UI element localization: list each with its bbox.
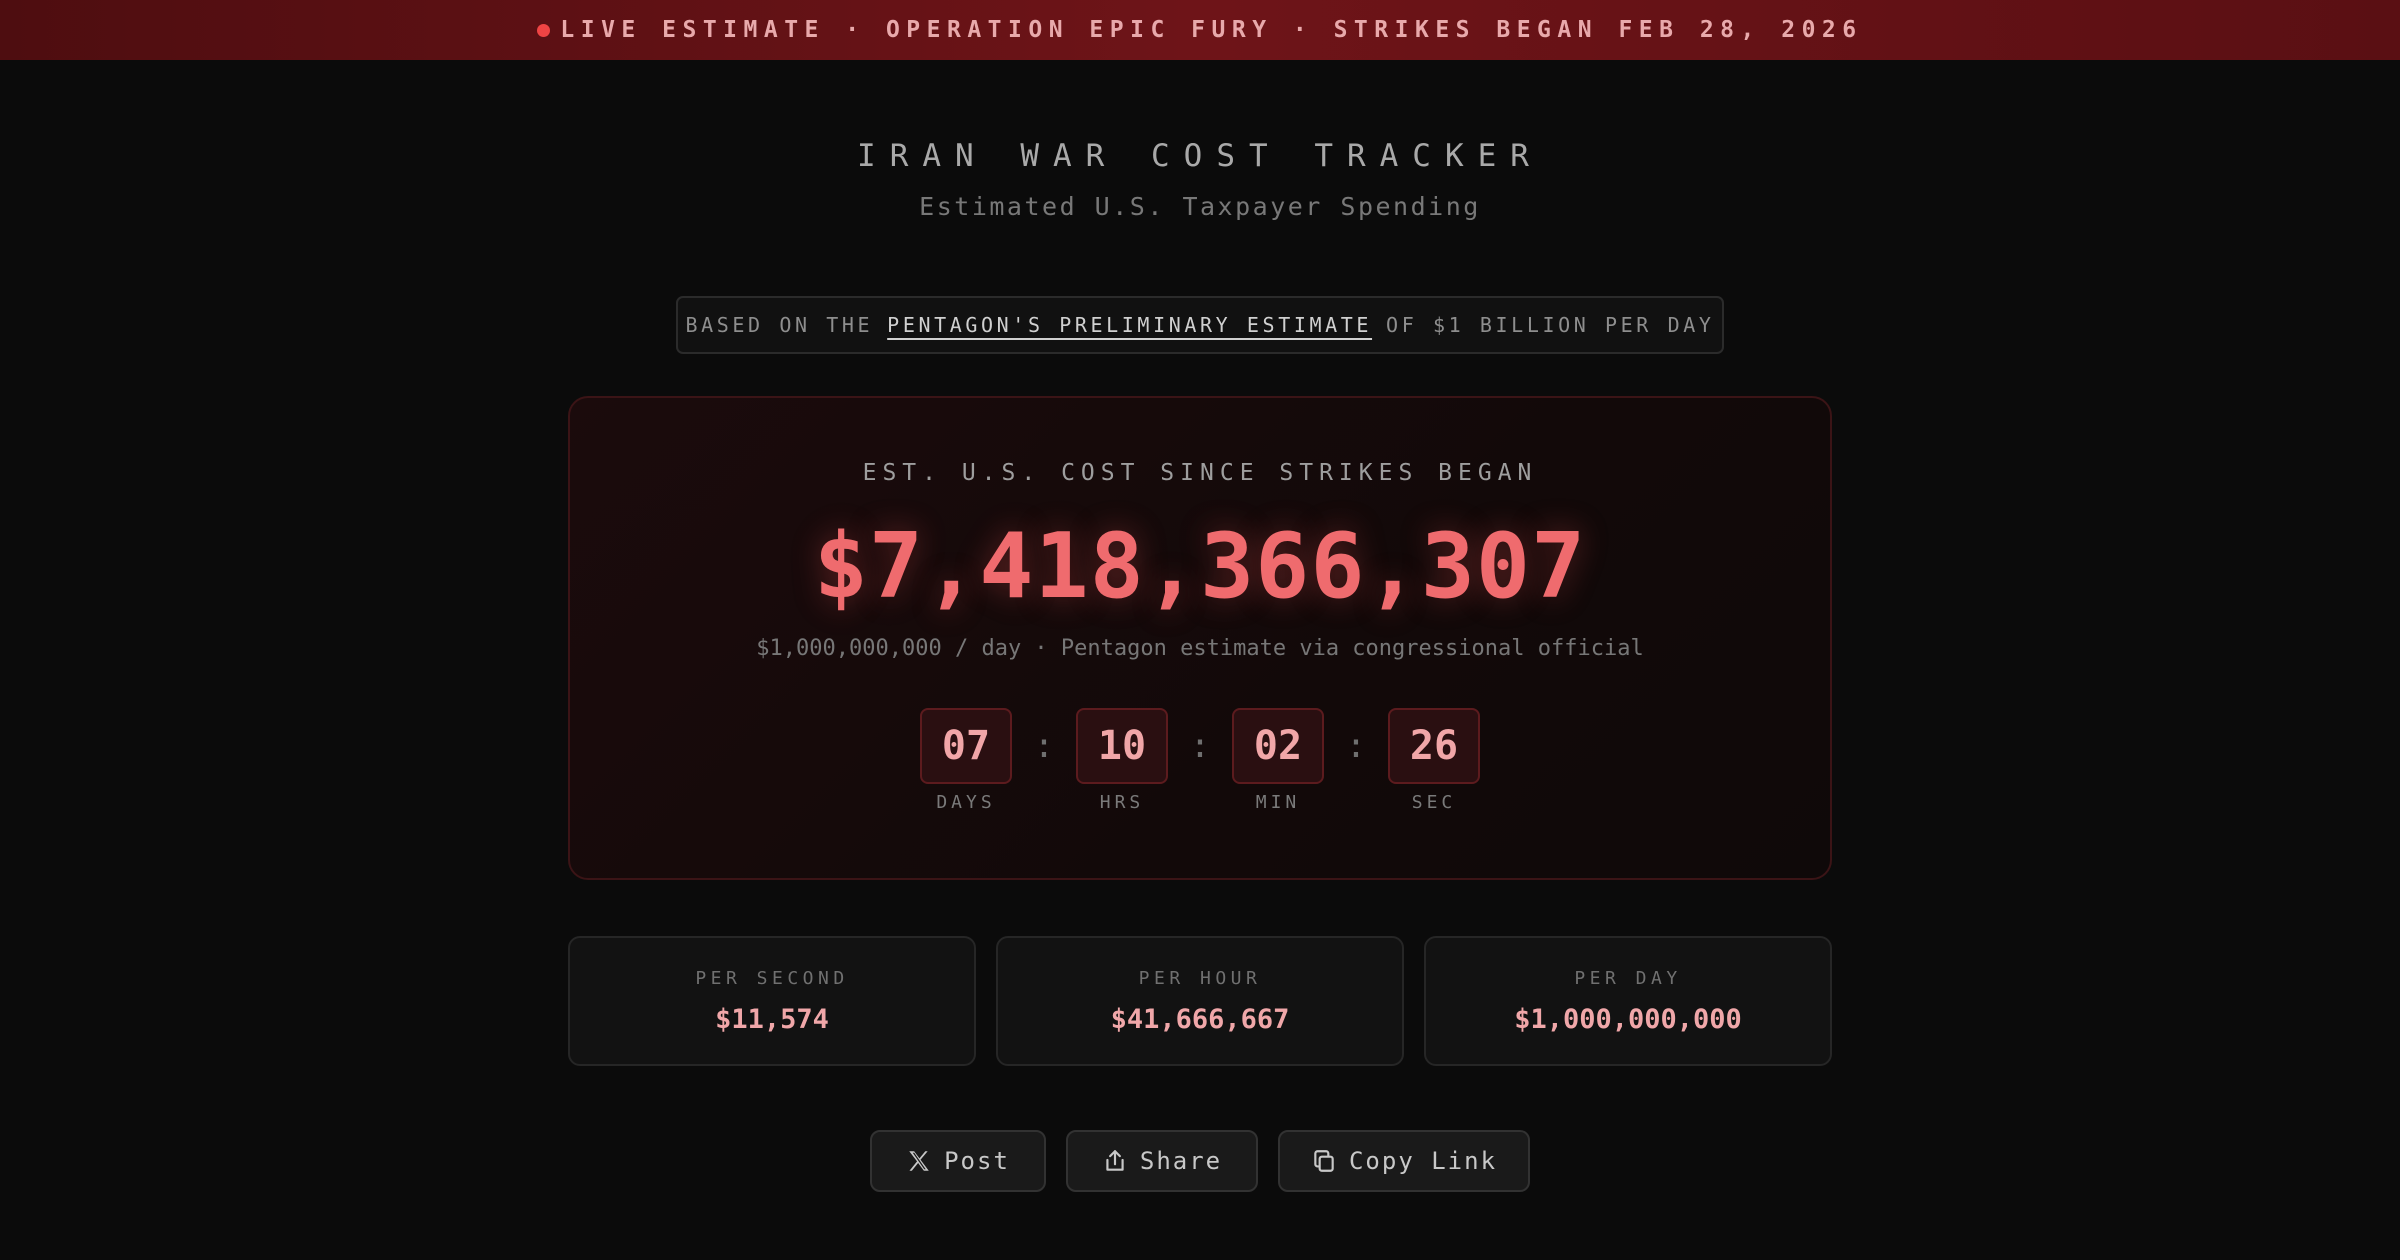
total-cost-amount: $7,418,366,307	[813, 514, 1587, 619]
stat-label: PER SECOND	[695, 968, 849, 989]
source-prefix: BASED ON THE	[685, 313, 874, 337]
copy-icon	[1314, 1150, 1334, 1172]
live-banner: LIVE ESTIMATE · OPERATION EPIC FURY · ST…	[0, 0, 2400, 60]
stat-value: $11,574	[715, 1004, 829, 1035]
stat-card-per-day: PER DAY $1,000,000,000	[1424, 936, 1832, 1066]
timer-days-value: 07	[920, 708, 1012, 784]
live-dot-icon	[537, 23, 551, 37]
stat-card-per-second: PER SECOND $11,574	[568, 936, 976, 1066]
share-button-label: Share	[1139, 1147, 1223, 1175]
pentagon-estimate-link[interactable]: PENTAGON'S PRELIMINARY ESTIMATE	[887, 313, 1372, 337]
stat-label: PER HOUR	[1138, 968, 1262, 989]
timer-hours-label: HRS	[1099, 792, 1145, 813]
rate-note: $1,000,000,000 / day · Pentagon estimate…	[756, 636, 1644, 661]
source-note: BASED ON THE PENTAGON'S PRELIMINARY ESTI…	[676, 296, 1724, 354]
post-button-label: Post	[944, 1147, 1010, 1175]
timer-separator: :	[1345, 726, 1367, 766]
stat-value: $41,666,667	[1110, 1004, 1290, 1035]
timer-days-label: DAYS	[936, 792, 996, 813]
share-button[interactable]: Share	[1066, 1130, 1258, 1192]
stat-label: PER DAY	[1574, 968, 1682, 989]
banner-text: LIVE ESTIMATE · OPERATION EPIC FURY · ST…	[560, 17, 1863, 43]
source-suffix: OF $1 BILLION PER DAY	[1386, 313, 1715, 337]
page-subtitle: Estimated U.S. Taxpayer Spending	[919, 192, 1481, 221]
x-logo-icon	[909, 1151, 929, 1171]
page-title: IRAN WAR COST TRACKER	[857, 138, 1543, 174]
timer-hours-value: 10	[1076, 708, 1168, 784]
timer-separator: :	[1033, 726, 1055, 766]
timer-seconds-value: 26	[1388, 708, 1480, 784]
elapsed-timer: 07 DAYS : 10 HRS : 02 MIN : 26 SEC	[570, 708, 1830, 813]
copy-link-button[interactable]: Copy Link	[1278, 1130, 1530, 1192]
timer-separator: :	[1189, 726, 1211, 766]
cost-card-label: EST. U.S. COST SINCE STRIKES BEGAN	[862, 460, 1538, 486]
copy-link-button-label: Copy Link	[1348, 1147, 1498, 1175]
stat-card-per-hour: PER HOUR $41,666,667	[996, 936, 1404, 1066]
post-button[interactable]: Post	[870, 1130, 1046, 1192]
share-icon	[1106, 1150, 1124, 1171]
timer-minutes: 02 MIN	[1232, 708, 1324, 813]
timer-seconds: 26 SEC	[1388, 708, 1480, 813]
timer-seconds-label: SEC	[1411, 792, 1457, 813]
timer-hours: 10 HRS	[1076, 708, 1168, 813]
timer-days: 07 DAYS	[920, 708, 1012, 813]
timer-minutes-label: MIN	[1255, 792, 1301, 813]
cost-card: EST. U.S. COST SINCE STRIKES BEGAN $7,41…	[568, 396, 1832, 880]
stat-value: $1,000,000,000	[1514, 1004, 1742, 1035]
timer-minutes-value: 02	[1232, 708, 1324, 784]
